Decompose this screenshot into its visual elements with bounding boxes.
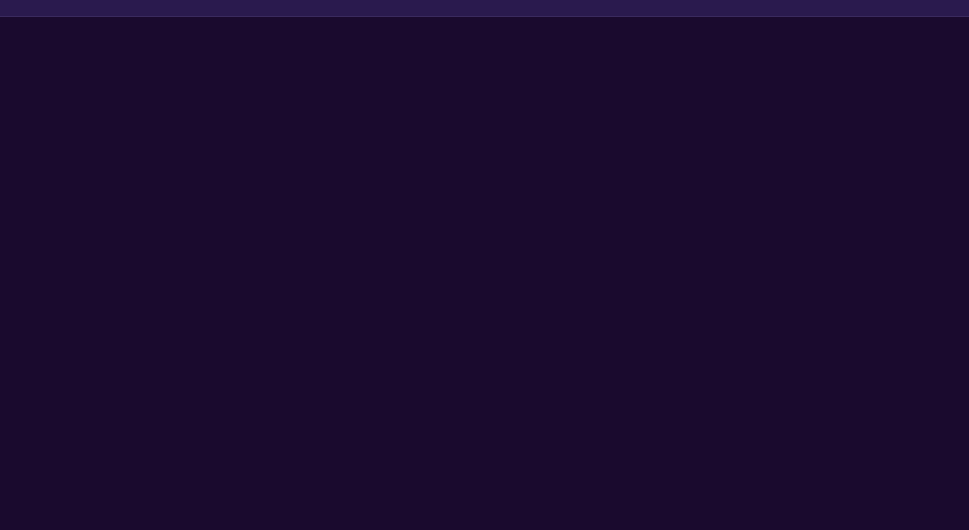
terminal <box>0 0 969 530</box>
header-bar <box>0 0 969 17</box>
